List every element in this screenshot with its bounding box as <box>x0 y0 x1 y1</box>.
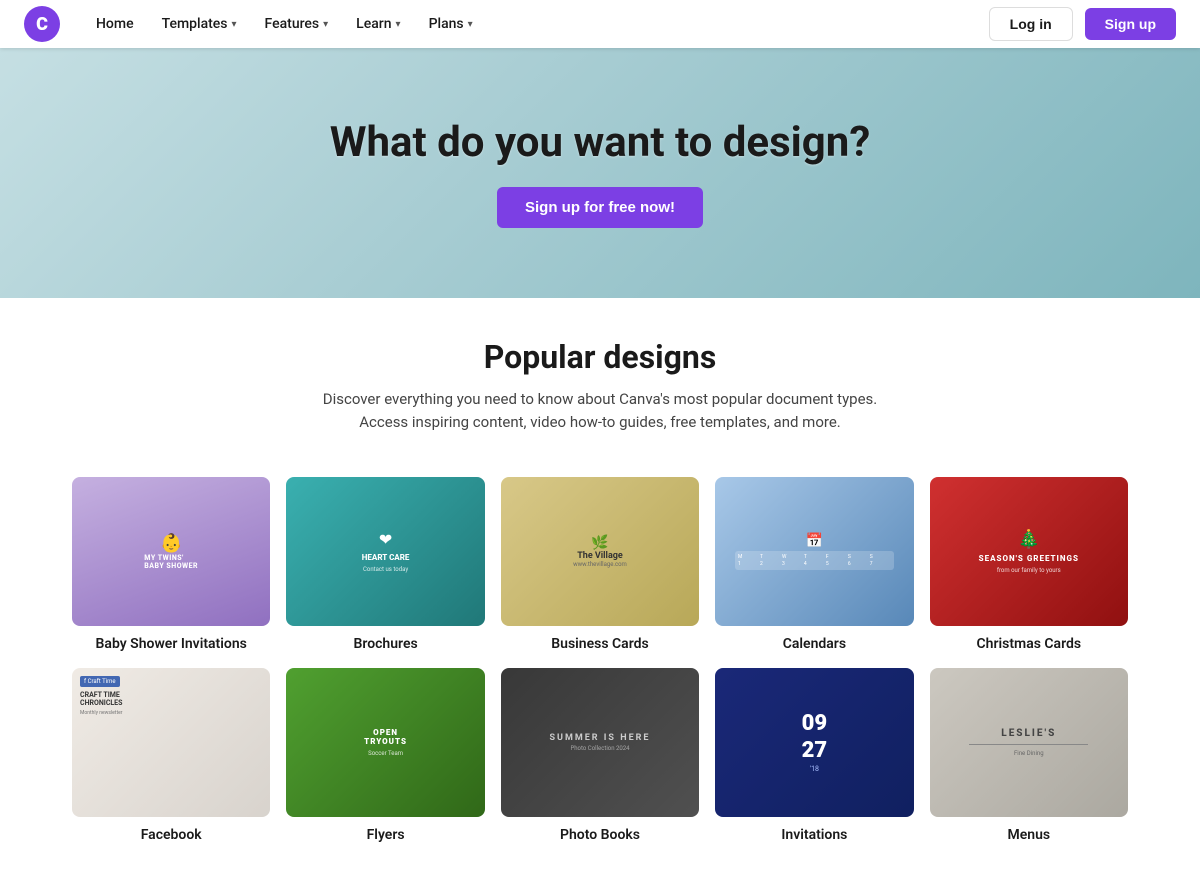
learn-caret-icon: ▾ <box>396 19 401 30</box>
nav-learn[interactable]: Learn ▾ <box>344 10 412 38</box>
template-thumbnail-business-cards: 🌿 The Village www.thevillage.com <box>501 477 699 626</box>
features-caret-icon: ▾ <box>323 19 328 30</box>
template-thumbnail-menus: LESLIE'S Fine Dining <box>930 668 1128 817</box>
template-thumbnail-flyers: OPENTRYOUTS Soccer Team <box>286 668 484 817</box>
popular-description: Discover everything you need to know abo… <box>300 388 900 433</box>
nav-auth-buttons: Log in Sign up <box>989 7 1176 41</box>
template-thumbnail-photo-books: SUMMER IS HERE Photo Collection 2024 <box>501 668 699 817</box>
template-thumbnail-baby-shower: 👶 MY TWINS'BABY SHOWER <box>72 477 270 626</box>
template-label-brochures: Brochures <box>286 636 484 652</box>
template-label-baby-shower: Baby Shower Invitations <box>72 636 270 652</box>
login-button[interactable]: Log in <box>989 7 1073 41</box>
template-card-photo-books[interactable]: SUMMER IS HERE Photo Collection 2024 Pho… <box>501 668 699 843</box>
popular-title: Popular designs <box>72 338 1128 376</box>
popular-section: Popular designs Discover everything you … <box>0 298 1200 453</box>
template-label-calendars: Calendars <box>715 636 913 652</box>
plans-caret-icon: ▾ <box>468 19 473 30</box>
template-card-invitations[interactable]: 09 27 '18 Invitations <box>715 668 913 843</box>
nav-home[interactable]: Home <box>84 10 146 38</box>
template-grid: 👶 MY TWINS'BABY SHOWER Baby Shower Invit… <box>0 453 1200 883</box>
canva-logo[interactable]: C <box>24 6 60 42</box>
nav-links: Home Templates ▾ Features ▾ Learn ▾ Plan… <box>84 10 989 38</box>
template-card-christmas-cards[interactable]: 🎄 SEASON'S GREETINGS from our family to … <box>930 477 1128 652</box>
template-card-business-cards[interactable]: 🌿 The Village www.thevillage.com Busines… <box>501 477 699 652</box>
template-label-christmas-cards: Christmas Cards <box>930 636 1128 652</box>
template-label-flyers: Flyers <box>286 827 484 843</box>
hero-banner: What do you want to design? Sign up for … <box>0 48 1200 298</box>
template-card-menus[interactable]: LESLIE'S Fine Dining Menus <box>930 668 1128 843</box>
signup-button[interactable]: Sign up <box>1085 8 1176 40</box>
template-card-flyers[interactable]: OPENTRYOUTS Soccer Team Flyers <box>286 668 484 843</box>
templates-caret-icon: ▾ <box>232 19 237 30</box>
template-label-photo-books: Photo Books <box>501 827 699 843</box>
nav-plans[interactable]: Plans ▾ <box>417 10 485 38</box>
template-label-business-cards: Business Cards <box>501 636 699 652</box>
template-thumbnail-calendars: 📅 MTWTFSS 1234567 <box>715 477 913 626</box>
navbar: C Home Templates ▾ Features ▾ Learn ▾ Pl… <box>0 0 1200 48</box>
template-card-brochures[interactable]: ❤ HEART CARE Contact us today Brochures <box>286 477 484 652</box>
hero-title: What do you want to design? <box>330 118 870 167</box>
template-thumbnail-brochures: ❤ HEART CARE Contact us today <box>286 477 484 626</box>
template-label-invitations: Invitations <box>715 827 913 843</box>
template-card-facebook[interactable]: f Craft Time CRAFT TIMECHRONICLES Monthl… <box>72 668 270 843</box>
nav-features[interactable]: Features ▾ <box>253 10 341 38</box>
template-card-calendars[interactable]: 📅 MTWTFSS 1234567 Calendars <box>715 477 913 652</box>
template-thumbnail-invitations: 09 27 '18 <box>715 668 913 817</box>
template-card-baby-shower[interactable]: 👶 MY TWINS'BABY SHOWER Baby Shower Invit… <box>72 477 270 652</box>
template-label-facebook: Facebook <box>72 827 270 843</box>
nav-templates[interactable]: Templates ▾ <box>150 10 249 38</box>
template-thumbnail-christmas-cards: 🎄 SEASON'S GREETINGS from our family to … <box>930 477 1128 626</box>
hero-content: What do you want to design? Sign up for … <box>330 118 870 228</box>
template-thumbnail-facebook: f Craft Time CRAFT TIMECHRONICLES Monthl… <box>72 668 270 817</box>
template-label-menus: Menus <box>930 827 1128 843</box>
hero-cta-button[interactable]: Sign up for free now! <box>497 187 703 228</box>
